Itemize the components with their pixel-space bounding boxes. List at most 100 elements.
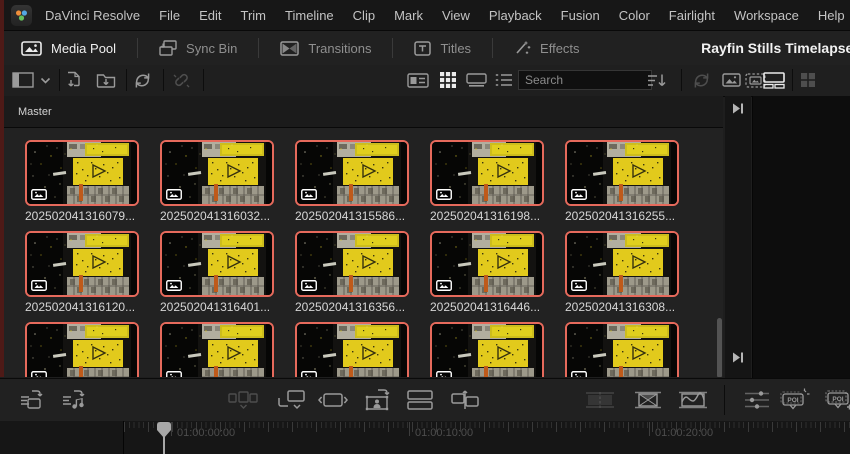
media-clip[interactable]: 202502041316446... [430,231,544,314]
media-clip[interactable] [430,322,544,377]
source-overwrite-icon[interactable] [451,390,479,410]
menu-item[interactable]: View [442,8,470,23]
refresh-button[interactable] [692,65,711,95]
tab-sync-bin[interactable]: Sync Bin [138,31,258,65]
tools-icon[interactable] [744,390,770,410]
media-clip[interactable]: 202502041316198... [430,140,544,223]
clip-thumbnail[interactable] [25,140,139,206]
bin-name[interactable]: Master [18,106,52,118]
timeline-ruler[interactable]: 01:00:00:00 01:00:10:00 01:00:20:00 [124,421,850,454]
clip-thumbnail[interactable] [160,231,274,297]
add-poi-icon[interactable]: POI [823,388,850,412]
menu-item[interactable]: Help [818,8,845,23]
clip-filename: 202502041316079... [25,209,139,223]
menu-item[interactable]: Playback [489,8,542,23]
menu-item[interactable]: Clip [353,8,375,23]
media-clip[interactable]: 202502041316255... [565,140,679,223]
import-folder-button[interactable] [96,65,116,95]
timeline-ruler-area[interactable]: 01:00:00:00 01:00:10:00 01:00:20:00 [0,421,850,454]
media-clip[interactable] [295,322,409,377]
overwrite-icon[interactable] [278,390,306,410]
group-view-button[interactable] [800,65,816,95]
still-image-badge-icon [436,189,452,200]
transition-icon[interactable] [634,391,662,409]
still-image-badge-icon [31,189,47,200]
effects-icon [514,40,531,56]
menu-item[interactable]: Fairlight [669,8,715,23]
clip-thumbnail[interactable] [160,140,274,206]
media-clip[interactable]: 202502041316120... [25,231,139,314]
media-clip[interactable]: 202502041316401... [160,231,274,314]
sort-button[interactable] [647,65,667,95]
fit-to-fill-icon[interactable] [318,392,348,408]
media-pool-toolbar [0,65,850,97]
menu-item[interactable]: Trim [241,8,267,23]
tab-media-pool[interactable]: Media Pool [0,31,137,65]
search-input[interactable] [518,70,652,90]
clip-filename: 202502041316308... [565,300,679,314]
menu-item[interactable]: Mark [394,8,423,23]
menu-item[interactable]: File [159,8,180,23]
menu-item[interactable]: DaVinci Resolve [45,8,140,23]
media-clip[interactable]: 202502041316356... [295,231,409,314]
clip-thumbnail[interactable] [430,140,544,206]
metadata-view-button[interactable] [407,65,429,95]
clip-thumbnail[interactable] [25,231,139,297]
tab-transitions[interactable]: Transitions [259,31,392,65]
media-clip[interactable]: 202502041316032... [160,140,274,223]
thumbnail-view-button[interactable] [439,65,457,95]
menu-item[interactable]: Workspace [734,8,799,23]
clip-thumbnail[interactable] [25,322,139,377]
clip-thumbnail[interactable] [565,322,679,377]
smart-insert-icon[interactable] [228,390,258,410]
place-on-top-icon[interactable] [364,389,392,411]
media-clip[interactable]: 202502041315586... [295,140,409,223]
skip-to-end-icon[interactable] [732,352,744,363]
menu-items: DaVinci Resolve File Edit Trim Timeline … [45,8,845,23]
media-clip[interactable] [565,322,679,377]
media-clip[interactable] [160,322,274,377]
clip-thumbnail[interactable] [160,322,274,377]
list-view-button[interactable] [495,65,513,95]
clip-thumbnail[interactable] [295,140,409,206]
unlink-icon [171,72,192,88]
bin-display-dropdown[interactable] [40,65,51,95]
chevron-down-icon [40,77,51,84]
media-pool-grid: 202502041316079... [4,128,723,377]
clip-thumbnail[interactable] [565,140,679,206]
tab-label: Sync Bin [186,41,237,56]
playhead-stem[interactable] [163,436,165,454]
append-audio-icon[interactable] [62,389,88,411]
clip-thumbnail[interactable] [295,231,409,297]
photo-preview-button[interactable] [722,65,741,95]
divider [792,69,793,91]
still-image-badge-icon [571,189,587,200]
tab-titles[interactable]: Titles [393,31,492,65]
tab-effects[interactable]: Effects [493,31,601,65]
append-at-end-icon[interactable] [407,390,433,410]
metadata-view-icon [407,73,429,88]
clip-thumbnail[interactable] [295,322,409,377]
unlink-button[interactable] [171,65,192,95]
clip-thumbnail[interactable] [430,231,544,297]
menu-item[interactable]: Color [619,8,650,23]
sync-button[interactable] [133,65,152,95]
clip-thumbnail[interactable] [565,231,679,297]
strip-view-button[interactable] [763,65,785,95]
media-clip[interactable]: 202502041316308... [565,231,679,314]
poi-marker-icon[interactable]: POI [780,388,810,412]
append-video-icon[interactable] [20,389,46,411]
menu-item[interactable]: Timeline [285,8,334,23]
scrollbar-thumb[interactable] [717,318,722,377]
menu-item[interactable]: Edit [199,8,221,23]
smooth-cut-icon[interactable] [678,391,708,409]
clip-thumbnail[interactable] [430,322,544,377]
bin-display-button[interactable] [12,65,34,95]
filmstrip-view-button[interactable] [466,65,487,95]
razor-icon[interactable] [585,391,615,409]
menu-item[interactable]: Fusion [561,8,600,23]
media-clip[interactable]: 202502041316079... [25,140,139,223]
import-media-button[interactable] [66,65,83,95]
media-clip[interactable] [25,322,139,377]
skip-to-end-icon[interactable] [732,103,744,114]
